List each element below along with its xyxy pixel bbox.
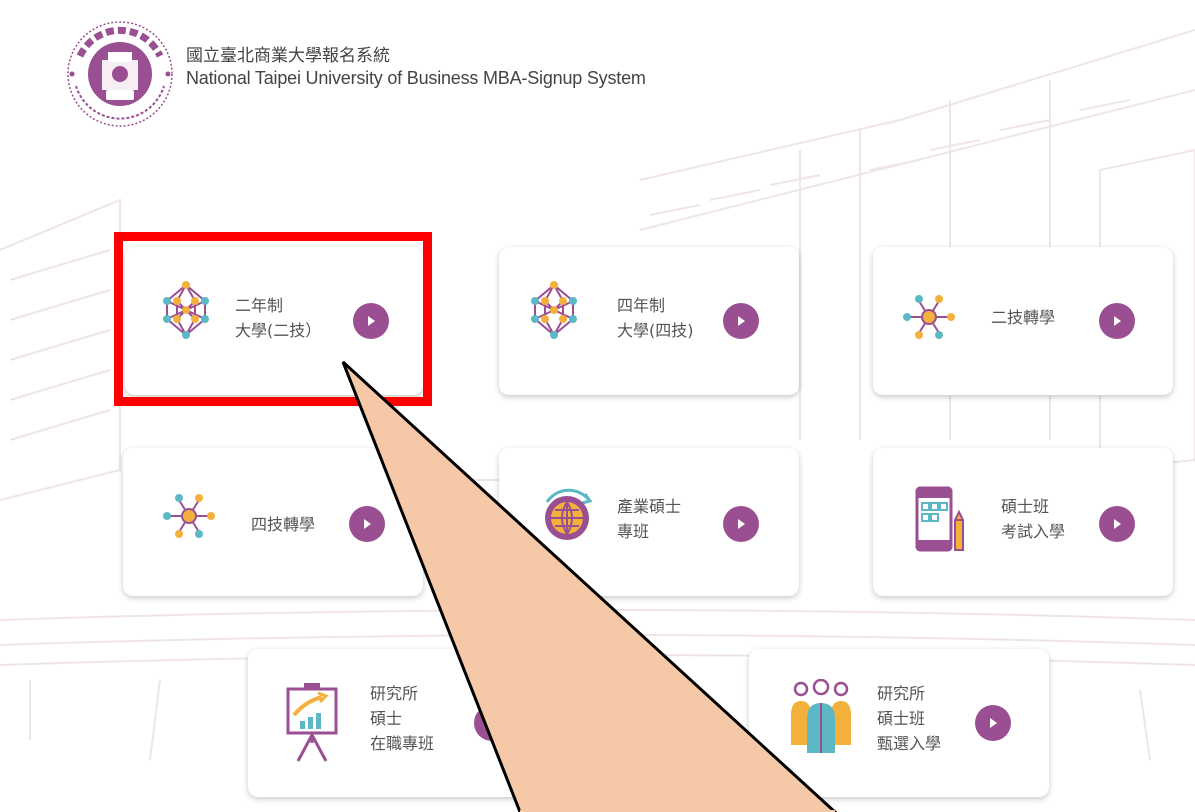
card-label-line3: 在職專班 — [370, 734, 435, 753]
card-label: 四技轉學 — [251, 512, 315, 537]
site-title-chinese: 國立臺北商業大學報名系統 — [186, 45, 390, 66]
go-arrow-button[interactable] — [474, 705, 510, 741]
card-label: 四年制 大學(四技) — [617, 293, 694, 343]
network-icon — [163, 281, 209, 339]
hub-icon — [903, 295, 955, 339]
site-header: 國立臺北商業大學報名系統 National Taipei University … — [62, 16, 646, 132]
card-label: 研究所 碩士班 甄選入學 — [877, 681, 941, 756]
card-four-year-college[interactable]: 四年制 大學(四技) — [499, 247, 799, 395]
play-arrow-icon — [738, 519, 745, 529]
card-industry-master-program[interactable]: 產業碩士 專班 — [499, 448, 799, 596]
card-label-line1: 研究所 — [877, 684, 926, 703]
card-label: 二技轉學 — [991, 305, 1055, 330]
globe-icon — [545, 488, 593, 540]
card-label-line3: 甄選入學 — [877, 734, 942, 753]
card-label: 研究所 碩士 在職專班 — [370, 681, 434, 756]
play-arrow-icon — [990, 718, 997, 728]
card-label-line1: 產業碩士 — [617, 497, 682, 516]
site-title-english: National Taipei University of Business M… — [186, 67, 646, 88]
hub-icon — [163, 494, 215, 538]
card-label-line2: 大學(二技） — [235, 321, 322, 340]
play-arrow-icon — [489, 718, 496, 728]
go-arrow-button[interactable] — [349, 506, 385, 542]
go-arrow-button[interactable] — [723, 506, 759, 542]
card-label-line1: 二年制 — [235, 296, 284, 315]
card-label: 二年制 大學(二技） — [235, 293, 321, 343]
ntub-logo[interactable] — [62, 16, 178, 132]
team-people-icon — [791, 679, 851, 753]
play-arrow-icon — [364, 519, 371, 529]
card-graduate-in-service-program[interactable]: 研究所 碩士 在職專班 — [248, 649, 548, 797]
go-arrow-button[interactable] — [1099, 506, 1135, 542]
card-two-year-transfer[interactable]: 二技轉學 — [873, 247, 1173, 395]
card-label-line2: 考試入學 — [1001, 522, 1066, 541]
card-label: 碩士班 考試入學 — [1001, 494, 1065, 544]
play-arrow-icon — [1114, 519, 1121, 529]
card-label-line2: 碩士班 — [877, 709, 926, 728]
card-label-line2: 專班 — [617, 522, 650, 541]
go-arrow-button[interactable] — [723, 303, 759, 339]
card-label: 產業碩士 專班 — [617, 494, 681, 544]
play-arrow-icon — [1114, 316, 1121, 326]
card-label-line1: 二技轉學 — [991, 308, 1056, 327]
card-master-exam-admission[interactable]: 碩士班 考試入學 — [873, 448, 1173, 596]
card-label-line1: 四年制 — [617, 296, 666, 315]
go-arrow-button[interactable] — [1099, 303, 1135, 339]
card-label-line2: 碩士 — [370, 709, 403, 728]
card-four-year-transfer[interactable]: 四技轉學 — [123, 448, 423, 596]
go-arrow-button[interactable] — [975, 705, 1011, 741]
card-label-line2: 大學(四技) — [617, 321, 694, 340]
tablet-pencil-icon — [915, 486, 964, 552]
presentation-chart-icon — [286, 683, 338, 762]
card-label-line1: 四技轉學 — [251, 515, 316, 534]
play-arrow-icon — [738, 316, 745, 326]
site-title: 國立臺北商業大學報名系統 National Taipei University … — [186, 46, 646, 89]
play-arrow-icon — [368, 316, 375, 326]
network-icon — [531, 281, 577, 339]
go-arrow-button[interactable] — [353, 303, 389, 339]
card-label-line1: 碩士班 — [1001, 497, 1050, 516]
card-two-year-college[interactable]: 二年制 大學(二技） — [125, 247, 423, 395]
card-master-recommendation-admission[interactable]: 研究所 碩士班 甄選入學 — [749, 649, 1049, 797]
card-label-line1: 研究所 — [370, 684, 419, 703]
